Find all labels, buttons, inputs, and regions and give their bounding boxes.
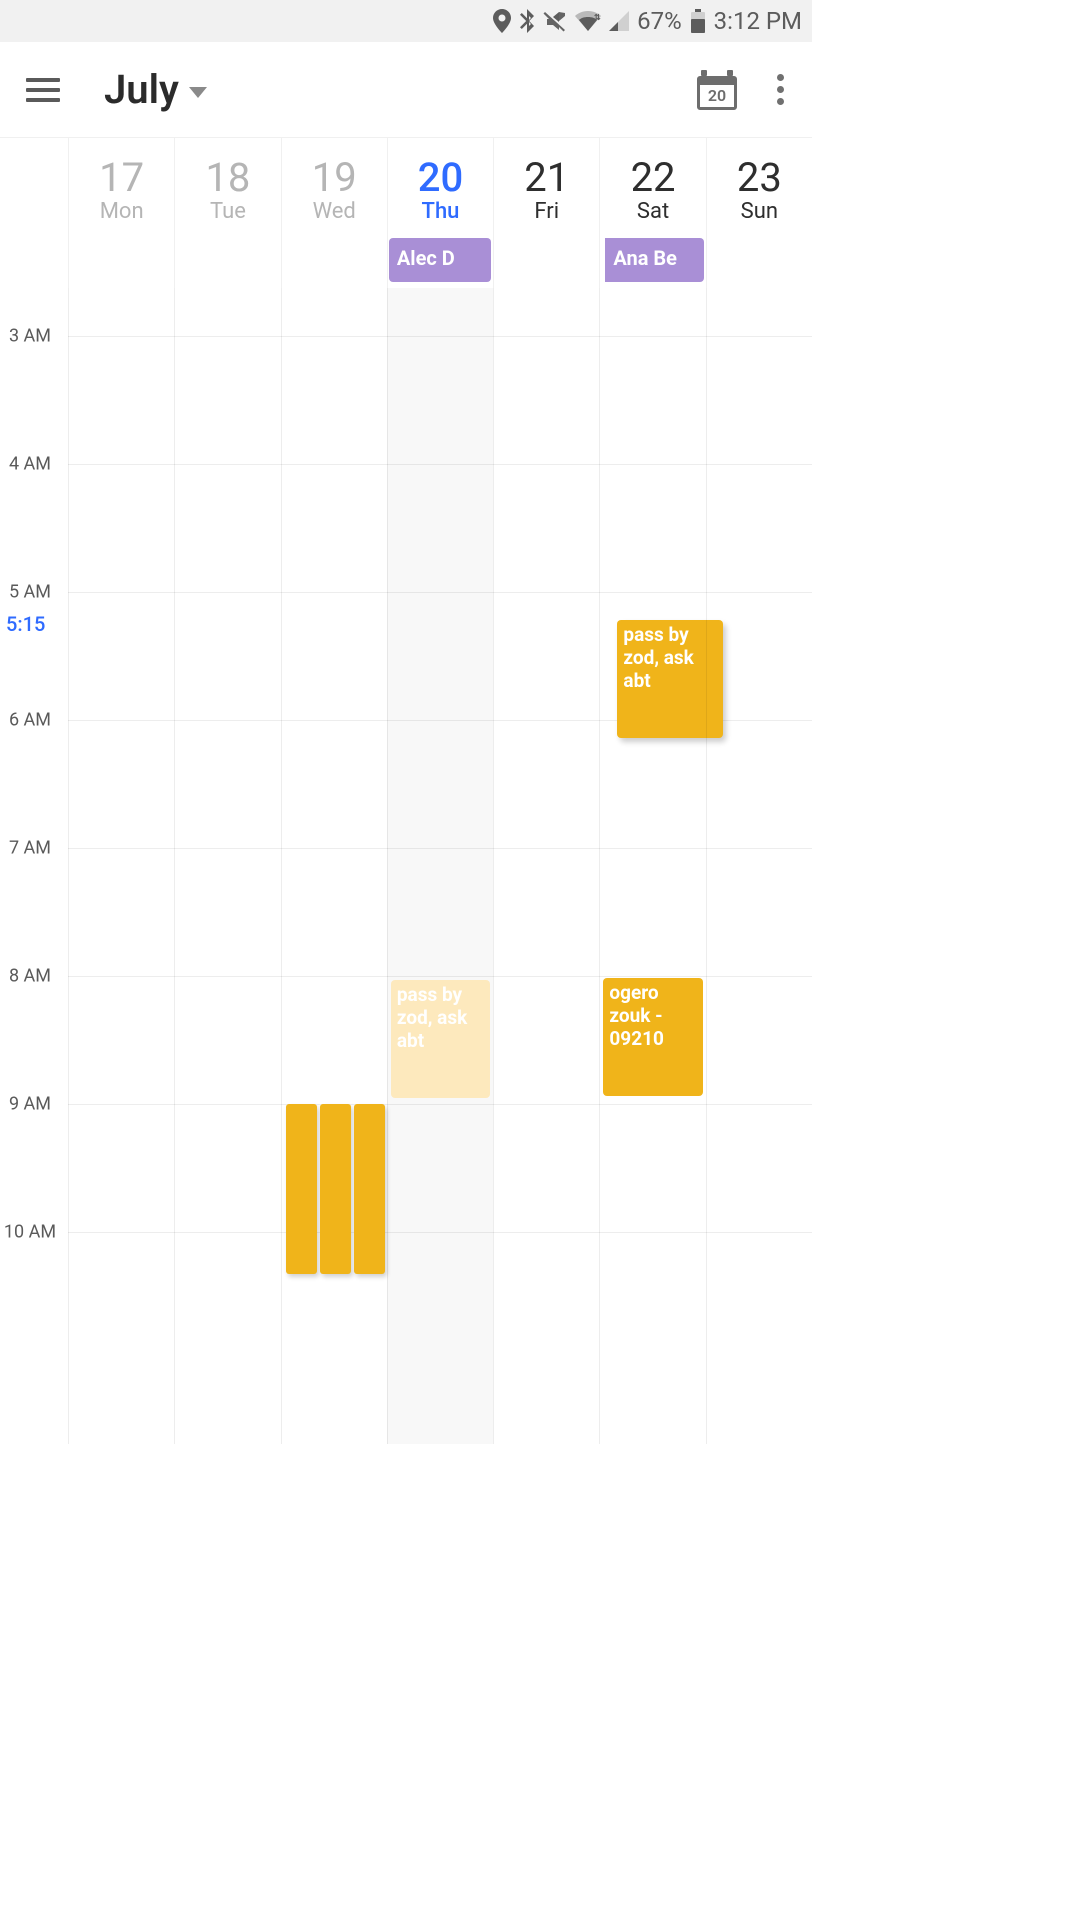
day-col-thu[interactable]: pass by zod, ask abt [387, 288, 493, 1444]
wifi-icon: ⇅ [575, 11, 601, 31]
event-wed-3[interactable] [354, 1104, 385, 1274]
signal-icon [609, 11, 629, 31]
event-group-wed [286, 1104, 385, 1274]
month-title: July [104, 66, 179, 113]
hour-label-9am: 9 AM [0, 1094, 60, 1115]
event-wed-2[interactable] [320, 1104, 351, 1274]
bluetooth-icon [519, 9, 535, 33]
day-col-tue[interactable] [174, 288, 280, 1444]
allday-event-sat[interactable]: Ana Be [605, 238, 703, 282]
time-gutter: 3 AM 4 AM 5 AM 5:15 6 AM 7 AM 8 AM 9 AM … [0, 288, 68, 1444]
status-clock: 3:12 PM [714, 7, 802, 35]
svg-text:⇅: ⇅ [594, 13, 601, 22]
app-bar: July 20 [0, 42, 812, 138]
day-col-sat[interactable]: pass by zod, ask abt ogero zouk - 09210 [599, 288, 705, 1444]
hour-label-8am: 8 AM [0, 966, 60, 987]
today-date-number: 20 [708, 88, 726, 104]
hour-label-5am: 5 AM [0, 582, 60, 603]
day-col-mon[interactable] [68, 288, 174, 1444]
day-col-fri[interactable] [493, 288, 599, 1444]
allday-event-thu[interactable]: Alec D [389, 238, 491, 282]
day-col-sun[interactable] [706, 288, 812, 1444]
hour-label-3am: 3 AM [0, 326, 60, 347]
location-icon [493, 9, 511, 33]
timed-grid[interactable]: 3 AM 4 AM 5 AM 5:15 6 AM 7 AM 8 AM 9 AM … [0, 288, 812, 1444]
day-col-wed[interactable] [281, 288, 387, 1444]
battery-icon [690, 9, 706, 33]
now-indicator-label: 5:15 [6, 612, 45, 636]
today-button[interactable]: 20 [694, 67, 740, 113]
menu-button[interactable] [18, 65, 68, 115]
hour-label-4am: 4 AM [0, 454, 60, 475]
event-thu-passby[interactable]: pass by zod, ask abt [391, 980, 490, 1098]
event-wed-1[interactable] [286, 1104, 317, 1274]
battery-percent: 67% [637, 7, 682, 35]
status-bar: ⇅ 67% 3:12 PM [0, 0, 812, 42]
hour-label-6am: 6 AM [0, 710, 60, 731]
event-sat-ogero[interactable]: ogero zouk - 09210 [603, 978, 702, 1096]
calendar-icon: 20 [697, 70, 737, 110]
calendar-week-view[interactable]: 17 Mon 18 Tue 19 Wed 20 Thu 21 Fri 22 Sa… [0, 138, 812, 1444]
overflow-menu-button[interactable] [760, 67, 800, 113]
hour-label-7am: 7 AM [0, 838, 60, 859]
hamburger-icon [26, 78, 60, 102]
chevron-down-icon [189, 87, 207, 98]
month-dropdown[interactable]: July [104, 66, 207, 113]
allday-row: Alec D Ana Be [68, 238, 812, 282]
hour-label-10am: 10 AM [0, 1222, 60, 1243]
mute-icon [543, 10, 567, 32]
